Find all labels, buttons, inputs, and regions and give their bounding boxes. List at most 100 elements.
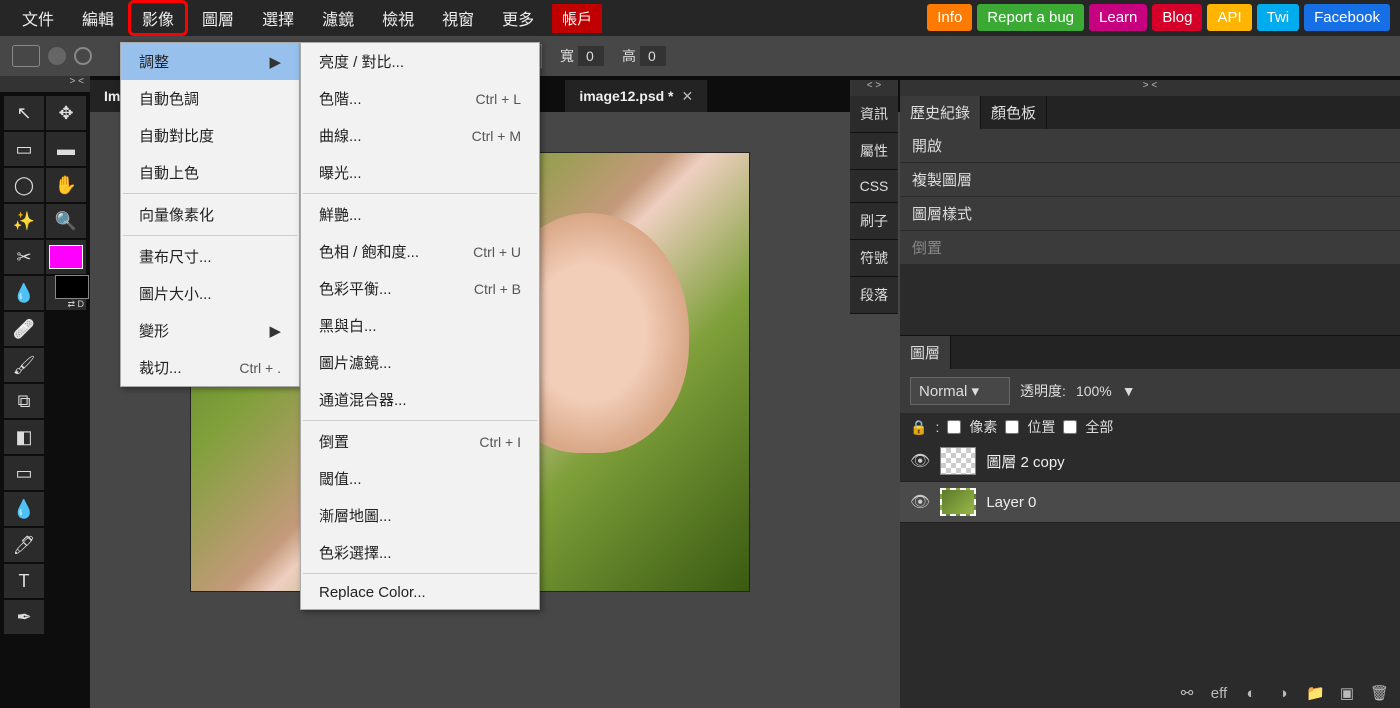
history-item[interactable]: 複製圖層 [900, 163, 1400, 197]
doc-tab-1[interactable]: image12.psd * ✕ [565, 80, 708, 112]
blend-mode-select[interactable]: Normal ▾ [910, 377, 1010, 405]
opt-shape-circle-icon[interactable] [48, 47, 66, 65]
layer-thumb[interactable] [940, 447, 976, 475]
menu-item-漸層地圖...[interactable]: 漸層地圖... [301, 497, 539, 534]
link-learn[interactable]: Learn [1089, 4, 1147, 31]
tool-wand[interactable]: ✨ [4, 204, 44, 238]
tool-swatch-bg[interactable]: ⇄ D [46, 276, 86, 310]
tool-gradient[interactable]: ▭ [4, 456, 44, 490]
visibility-icon[interactable]: 👁 [910, 492, 930, 512]
tool-zoom[interactable]: 🔍 [46, 204, 86, 238]
menu-image[interactable]: 影像 [128, 0, 188, 36]
close-icon[interactable]: ✕ [682, 88, 694, 105]
link-report-bug[interactable]: Report a bug [977, 4, 1084, 31]
tab-layers[interactable]: 圖層 [900, 336, 951, 369]
tool-transform[interactable]: ✥ [46, 96, 86, 130]
layer-row[interactable]: 👁 圖層 2 copy [900, 441, 1400, 482]
menu-item-色相 / 飽和度...[interactable]: 色相 / 飽和度...Ctrl + U [301, 233, 539, 270]
lock-position-checkbox[interactable] [1005, 420, 1019, 434]
trash-icon[interactable]: 🗑 [1370, 684, 1388, 702]
tool-heal[interactable]: 🩹 [4, 312, 44, 346]
adjustment-icon[interactable]: ◑ [1274, 685, 1292, 702]
tab-swatches[interactable]: 顏色板 [981, 96, 1047, 129]
tool-crop[interactable]: ✂ [4, 240, 44, 274]
menu-item-自動上色[interactable]: 自動上色 [121, 154, 299, 191]
panel-tab-css[interactable]: CSS [850, 170, 898, 203]
opacity-chevron-icon[interactable]: ▼ [1122, 383, 1136, 399]
menu-item-通道混合器...[interactable]: 通道混合器... [301, 381, 539, 418]
opt-width-value[interactable]: 0 [578, 46, 604, 66]
menu-file[interactable]: 文件 [8, 0, 68, 36]
history-item[interactable]: 倒置 [900, 231, 1400, 265]
menu-edit[interactable]: 編輯 [68, 0, 128, 36]
menu-item-鮮艷...[interactable]: 鮮艷... [301, 196, 539, 233]
panel-expand-icon[interactable]: < > [850, 80, 898, 96]
menu-item-向量像素化[interactable]: 向量像素化 [121, 196, 299, 233]
menu-item-自動對比度[interactable]: 自動對比度 [121, 117, 299, 154]
opt-marquee-icon[interactable] [12, 45, 40, 67]
tool-stamp[interactable]: ⧉ [4, 384, 44, 418]
menu-item-亮度 / 對比...[interactable]: 亮度 / 對比... [301, 43, 539, 80]
layer-name[interactable]: Layer 0 [986, 494, 1036, 511]
tool-eraser[interactable]: ◧ [4, 420, 44, 454]
tool-rect[interactable]: ▬ [46, 132, 86, 166]
tool-marquee[interactable]: ▭ [4, 132, 44, 166]
menu-filter[interactable]: 濾鏡 [308, 0, 368, 36]
tool-swatch-fg[interactable] [46, 240, 86, 274]
layer-name[interactable]: 圖層 2 copy [986, 451, 1064, 472]
history-item[interactable]: 開啟 [900, 129, 1400, 163]
tab-history[interactable]: 歷史紀錄 [900, 96, 981, 129]
menu-item-裁切...[interactable]: 裁切...Ctrl + . [121, 349, 299, 386]
visibility-icon[interactable]: 👁 [910, 451, 930, 471]
tool-path[interactable]: ✒ [4, 600, 44, 634]
panel-tab-para[interactable]: 段落 [850, 277, 898, 314]
tool-text[interactable]: T [4, 564, 44, 598]
folder-icon[interactable]: 📁 [1306, 684, 1324, 702]
menu-item-圖片濾鏡...[interactable]: 圖片濾鏡... [301, 344, 539, 381]
history-item[interactable]: 圖層樣式 [900, 197, 1400, 231]
link-info[interactable]: Info [927, 4, 972, 31]
tool-blur[interactable]: 💧 [4, 492, 44, 526]
layer-thumb[interactable] [940, 488, 976, 516]
mask-icon[interactable]: ◐ [1242, 685, 1260, 702]
menu-item-變形[interactable]: 變形▶ [121, 312, 299, 349]
opacity-value[interactable]: 100% [1076, 383, 1112, 399]
menu-select[interactable]: 選擇 [248, 0, 308, 36]
tool-lasso[interactable]: ◯ [4, 168, 44, 202]
opt-height-value[interactable]: 0 [640, 46, 666, 66]
menu-item-自動色調[interactable]: 自動色調 [121, 80, 299, 117]
menu-window[interactable]: 視窗 [428, 0, 488, 36]
panel-tab-info[interactable]: 資訊 [850, 96, 898, 133]
menu-item-黑與白...[interactable]: 黑與白... [301, 307, 539, 344]
menu-item-畫布尺寸...[interactable]: 畫布尺寸... [121, 238, 299, 275]
link-blog[interactable]: Blog [1152, 4, 1202, 31]
tool-hand[interactable]: ✋ [46, 168, 86, 202]
layer-row[interactable]: 👁 Layer 0 [900, 482, 1400, 523]
menu-more[interactable]: 更多 [488, 0, 548, 36]
menu-item-圖片大小...[interactable]: 圖片大小... [121, 275, 299, 312]
toolbox-collapse[interactable]: > < [0, 76, 90, 92]
menu-view[interactable]: 檢視 [368, 0, 428, 36]
link-api[interactable]: API [1207, 4, 1251, 31]
lock-all-checkbox[interactable] [1063, 420, 1077, 434]
menu-item-Replace Color...[interactable]: Replace Color... [301, 576, 539, 609]
tool-move[interactable]: ↖ [4, 96, 44, 130]
menu-item-調整[interactable]: 調整▶ [121, 43, 299, 80]
menu-item-倒置[interactable]: 倒置Ctrl + I [301, 423, 539, 460]
menu-item-曝光...[interactable]: 曝光... [301, 154, 539, 191]
menu-item-曲線...[interactable]: 曲線...Ctrl + M [301, 117, 539, 154]
panel-collapse-icon[interactable]: > < [900, 80, 1400, 96]
panel-tab-brush[interactable]: 刷子 [850, 203, 898, 240]
link-facebook[interactable]: Facebook [1304, 4, 1390, 31]
link-twitter[interactable]: Twi [1257, 4, 1300, 31]
tool-eyedrop[interactable]: 💧 [4, 276, 44, 310]
tool-brush[interactable]: 🖌 [4, 348, 44, 382]
panel-tab-props[interactable]: 屬性 [850, 133, 898, 170]
link-icon[interactable]: ⚯ [1178, 684, 1196, 702]
fx-button[interactable]: eff [1210, 685, 1228, 702]
menu-layer[interactable]: 圖層 [188, 0, 248, 36]
lock-pixel-checkbox[interactable] [947, 420, 961, 434]
menu-item-色彩平衡...[interactable]: 色彩平衡...Ctrl + B [301, 270, 539, 307]
tool-pen[interactable]: 🖊 [4, 528, 44, 562]
opt-shape-ring-icon[interactable] [74, 47, 92, 65]
